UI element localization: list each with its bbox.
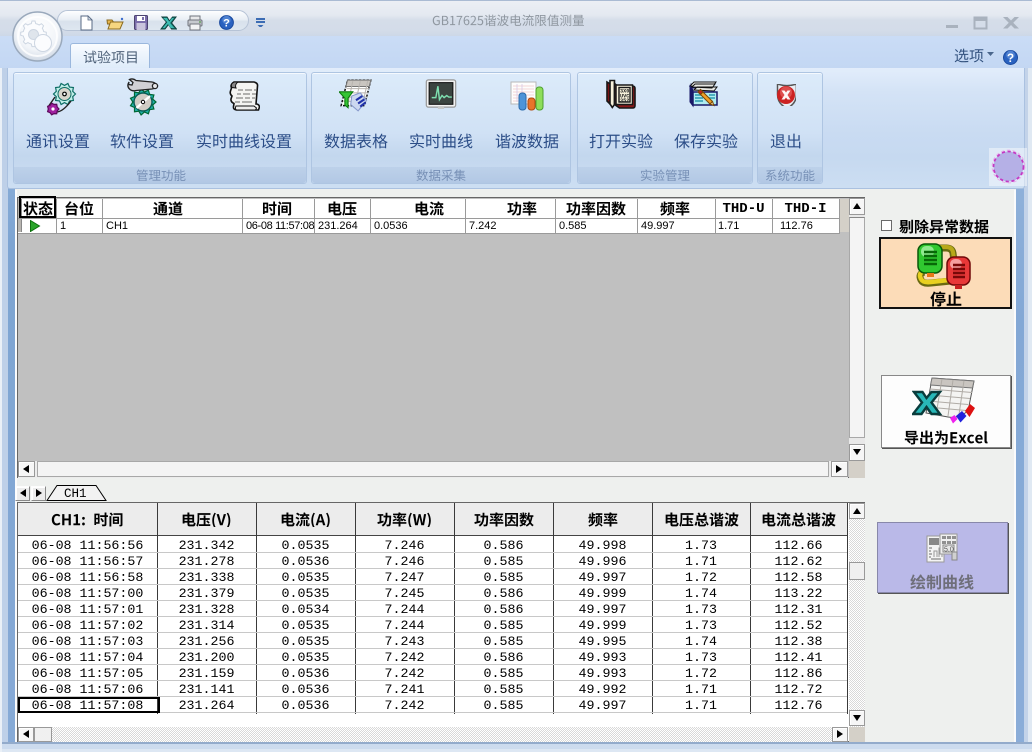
svg-text:?: ? bbox=[1007, 53, 1014, 65]
svg-text:352: 352 bbox=[620, 98, 629, 104]
svg-text:?: ? bbox=[223, 18, 230, 30]
